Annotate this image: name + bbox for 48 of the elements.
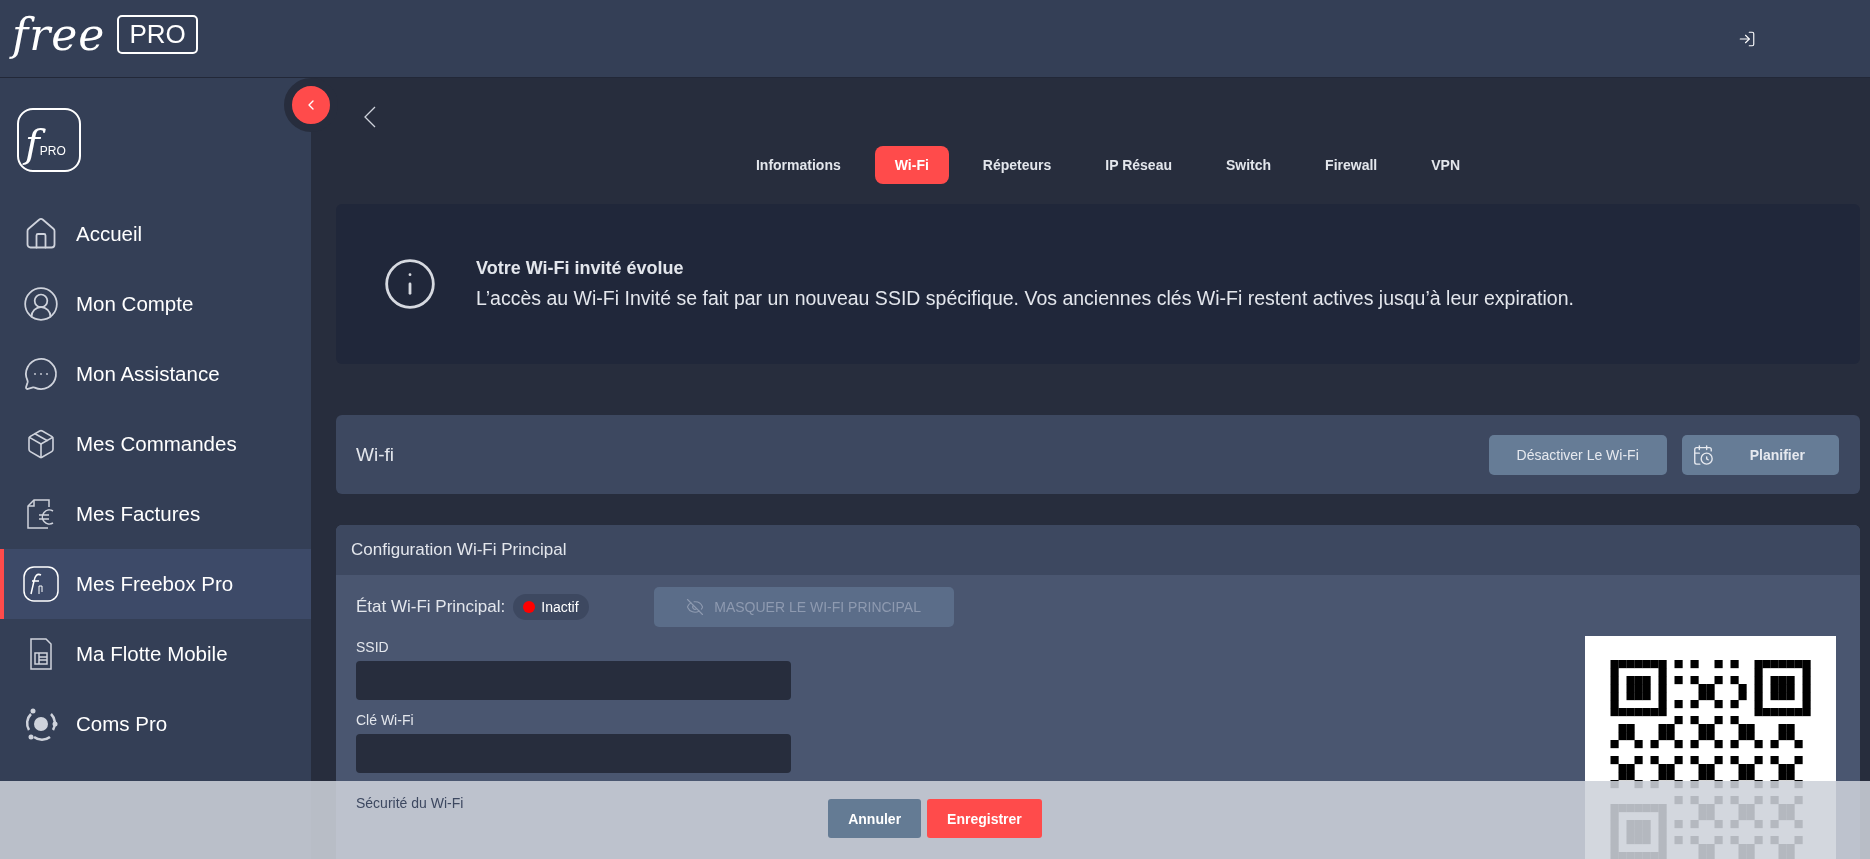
sidebar-item[interactable]: Accueil	[0, 199, 311, 269]
input-field[interactable]	[356, 734, 791, 773]
sidebar-item[interactable]: Mes Factures	[0, 479, 311, 549]
sidebar-item[interactable]: Mon Assistance	[0, 339, 311, 409]
sidebar-item-label: Mes Freebox Pro	[76, 572, 234, 596]
chat-bubble-icon	[23, 356, 59, 392]
sidebar-item-label: Mon Assistance	[76, 362, 220, 386]
field-label: Sécurité du Wi-Fi	[356, 795, 464, 811]
panel-title: Configuration Wi-Fi Principal	[336, 525, 1860, 575]
schedule-button[interactable]: Planifier	[1681, 434, 1839, 475]
chevron-left-icon	[364, 106, 376, 128]
calendar-clock-icon	[1691, 443, 1714, 466]
sidebar-item-label: Mon Compte	[76, 292, 194, 316]
tab[interactable]: VPN	[1411, 146, 1481, 184]
sidebar-item[interactable]: Ma Flotte Mobile	[0, 619, 311, 689]
f-logo-icon	[23, 566, 59, 602]
sidebar-item-label: Mes Commandes	[76, 432, 237, 456]
sidebar-item-label: Ma Flotte Mobile	[76, 642, 228, 666]
status-label: État Wi-Fi Principal:	[356, 597, 506, 617]
sidebar-item-label: Mes Factures	[76, 502, 201, 526]
box-icon	[25, 428, 57, 460]
cancel-button[interactable]: Annuler	[828, 799, 922, 838]
sidebar-item[interactable]: Coms Pro	[0, 689, 311, 759]
logout-icon	[1738, 29, 1756, 48]
card-title: Wi-fi	[356, 443, 394, 466]
tab[interactable]: Répeteurs	[962, 146, 1072, 184]
tab[interactable]: Switch	[1205, 146, 1292, 184]
sidebar-item[interactable]: Mes Freebox Pro	[0, 549, 311, 619]
logo-badge: PRO	[117, 15, 198, 54]
input-field[interactable]	[356, 661, 791, 700]
sidebar-item-label: Accueil	[76, 222, 143, 246]
info-icon	[382, 256, 438, 312]
notice-text: L’accès au Wi-Fi Invité se fait par un nouveau SSID spécifique. Vos anciennes clés Wi-Fi restent actives jusqu’à leur expiration.	[476, 287, 1574, 310]
field-label: Clé Wi-Fi	[356, 712, 415, 728]
disable-wifi-button[interactable]: Désactiver Le Wi-Fi	[1488, 434, 1667, 475]
tab[interactable]: IP Réseau	[1085, 146, 1192, 184]
eye-off-icon	[686, 598, 705, 616]
back-button[interactable]	[364, 106, 376, 128]
notice-title: Votre Wi-Fi invité évolue	[476, 258, 685, 279]
status-text: Inactif	[541, 599, 579, 615]
sidebar-item-label: Coms Pro	[76, 712, 168, 736]
sidebar-item[interactable]: Mes Commandes	[0, 409, 311, 479]
field-label: SSID	[356, 639, 390, 655]
sidebar-item[interactable]: Mon Compte	[0, 269, 311, 339]
tab[interactable]: Firewall	[1305, 146, 1398, 184]
tab[interactable]: Informations	[735, 146, 861, 184]
user-icon	[22, 285, 60, 323]
sidebar-logo: fPRO	[17, 108, 81, 172]
